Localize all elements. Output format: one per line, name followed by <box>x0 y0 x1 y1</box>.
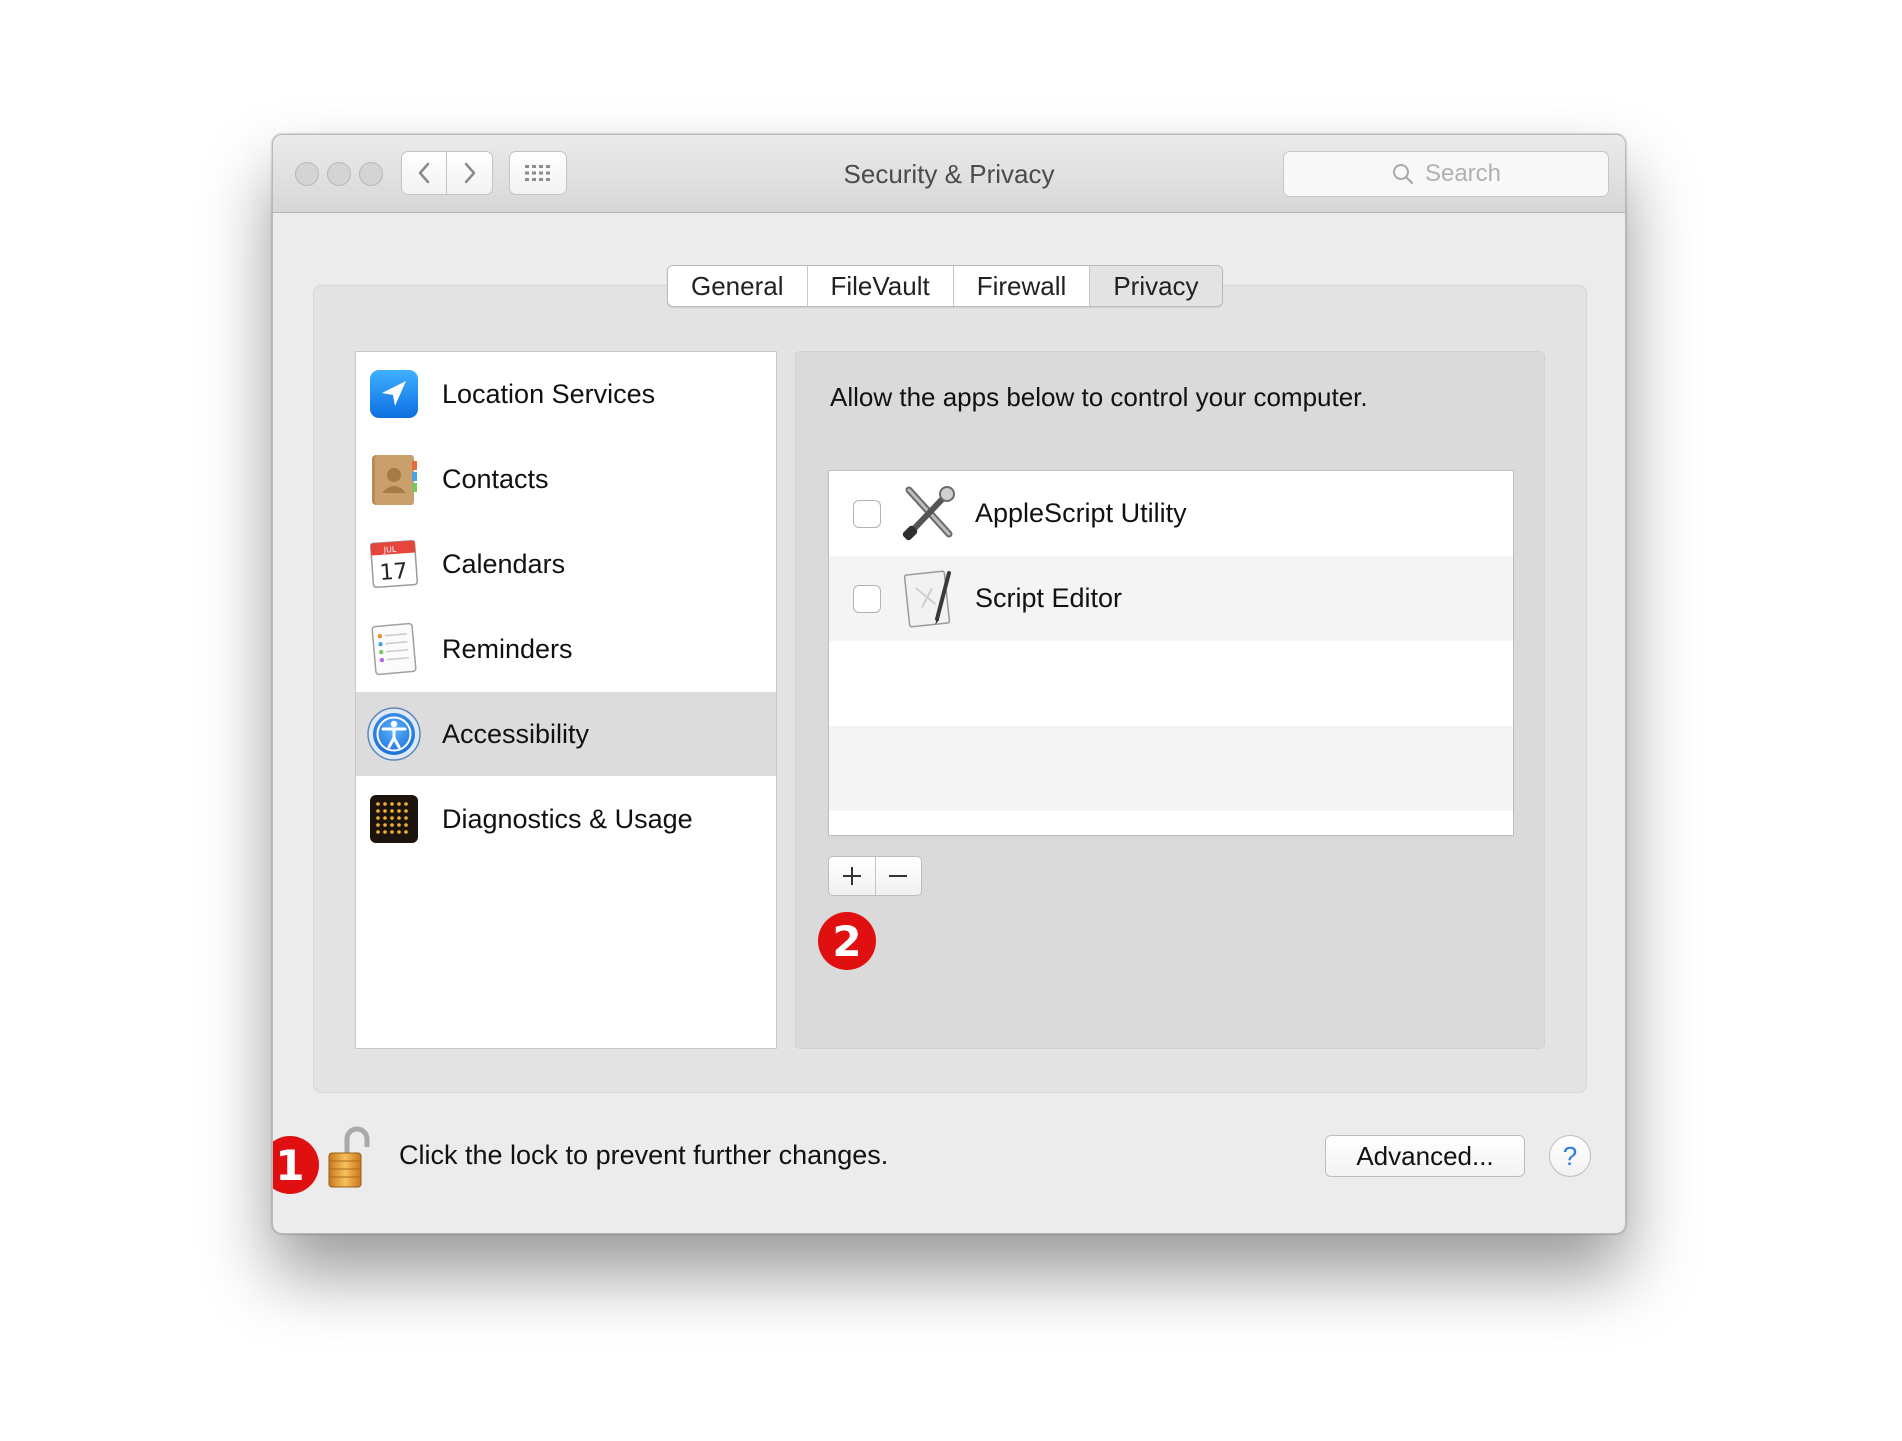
app-checkbox[interactable] <box>853 499 881 528</box>
annotation-badge-2: 2 <box>818 912 876 970</box>
privacy-category-list: Location Services Contacts JUL 17 Calend… <box>355 351 777 1049</box>
panel-description: Allow the apps below to control your com… <box>830 382 1368 412</box>
sidebar-item-reminders[interactable]: Reminders <box>356 607 776 691</box>
empty-row <box>829 726 1513 811</box>
sidebar-item-label: Diagnostics & Usage <box>442 803 693 834</box>
sidebar-item-label: Reminders <box>442 633 573 664</box>
annotation-badge-1: 1 <box>273 1136 319 1194</box>
search-placeholder: Search <box>1424 160 1502 187</box>
unlocked-padlock-icon <box>328 1126 370 1188</box>
sidebar-item-label: Calendars <box>442 548 566 579</box>
search-field[interactable]: Search <box>1283 151 1609 197</box>
app-row-script-editor[interactable]: Script Editor <box>829 556 1513 641</box>
location-arrow-icon <box>370 370 418 418</box>
plus-icon <box>842 867 861 885</box>
tab-bar: General FileVault Firewall Privacy <box>667 265 1223 307</box>
app-list: AppleScript Utility Script Editor <box>828 470 1514 836</box>
tab-privacy[interactable]: Privacy <box>1090 266 1222 306</box>
sidebar-item-label: Contacts <box>442 463 549 494</box>
sidebar-item-accessibility[interactable]: Accessibility <box>356 692 776 776</box>
advanced-button[interactable]: Advanced... <box>1325 1135 1525 1177</box>
calendar-icon: JUL 17 <box>369 539 419 589</box>
sidebar-item-label: Location Services <box>442 378 656 409</box>
contacts-book-icon <box>372 455 417 505</box>
accessibility-panel: Allow the apps below to control your com… <box>795 351 1545 1049</box>
tab-firewall[interactable]: Firewall <box>954 266 1091 306</box>
app-checkbox[interactable] <box>853 584 881 613</box>
accessibility-icon <box>367 707 421 761</box>
sidebar-item-label: Accessibility <box>442 718 590 749</box>
calendar-day: 17 <box>379 559 409 586</box>
title-bar: Security & Privacy Search <box>273 135 1625 213</box>
remove-app-button[interactable] <box>874 857 922 895</box>
tab-filevault[interactable]: FileVault <box>808 266 954 306</box>
lock-button[interactable] <box>325 1125 371 1191</box>
sidebar-item-calendars[interactable]: JUL 17 Calendars <box>356 522 776 606</box>
reminders-list-icon <box>371 622 417 676</box>
empty-row <box>829 641 1513 726</box>
calendar-month: JUL <box>382 545 397 555</box>
sidebar-item-location-services[interactable]: Location Services <box>356 352 776 436</box>
diagnostics-grid-icon <box>370 795 418 843</box>
add-app-button[interactable] <box>829 857 875 895</box>
preferences-window: Security & Privacy Search General FileVa… <box>272 134 1626 1234</box>
help-button[interactable]: ? <box>1549 1135 1591 1177</box>
app-label: AppleScript Utility <box>975 498 1187 528</box>
sidebar-item-diagnostics-usage[interactable]: Diagnostics & Usage <box>356 777 776 861</box>
tab-general[interactable]: General <box>668 266 808 306</box>
script-editor-icon <box>903 569 951 628</box>
add-remove-buttons <box>828 856 922 896</box>
applescript-utility-icon <box>902 485 955 540</box>
minus-icon <box>889 875 908 877</box>
app-label: Script Editor <box>975 583 1123 613</box>
sidebar-item-contacts[interactable]: Contacts <box>356 437 776 521</box>
search-icon <box>1392 164 1414 185</box>
lock-status-text: Click the lock to prevent further change… <box>399 1140 889 1170</box>
app-row-applescript-utility[interactable]: AppleScript Utility <box>829 471 1513 556</box>
